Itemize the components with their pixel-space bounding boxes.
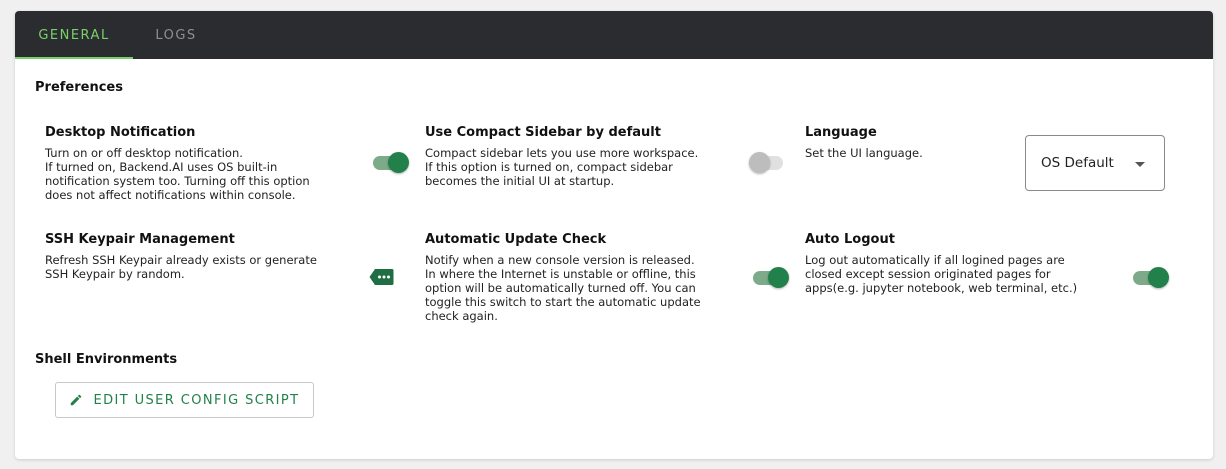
desc-line: option will be automatically turned off.… (425, 281, 696, 295)
desc-line: does not affect notifications within con… (45, 188, 296, 202)
desktop-notification-switch[interactable] (373, 152, 409, 173)
desktop-notification-desc: Turn on or off desktop notification. If … (45, 146, 345, 202)
language-title: Language (805, 125, 877, 140)
auto-logout-desc: Log out automatically if all logined pag… (805, 253, 1105, 295)
desc-line: SSH Keypair by random. (45, 267, 185, 281)
tab-bar: GENERAL LOGS (15, 11, 1213, 59)
tab-logs[interactable]: LOGS (133, 11, 219, 59)
auto-logout-setting: Auto Logout Log out automatically if all… (805, 232, 1105, 295)
auto-logout-title: Auto Logout (805, 232, 895, 247)
language-select-value: OS Default (1041, 155, 1114, 171)
switch-thumb (749, 152, 770, 173)
update-check-desc: Notify when a new console version is rel… (425, 253, 725, 323)
desc-line: Turn on or off desktop notification. (45, 146, 243, 160)
preferences-heading: Preferences (35, 80, 123, 95)
pencil-icon (71, 394, 82, 406)
desc-line: Notify when a new console version is rel… (425, 253, 695, 267)
auto-logout-switch[interactable] (1133, 267, 1169, 288)
desktop-notification-title: Desktop Notification (45, 125, 196, 140)
compact-sidebar-switch[interactable] (749, 152, 785, 173)
tab-general[interactable]: GENERAL (15, 11, 133, 59)
desc-line: Compact sidebar lets you use more worksp… (425, 146, 699, 160)
compact-sidebar-title: Use Compact Sidebar by default (425, 125, 661, 140)
desc-line: apps(e.g. jupyter notebook, web terminal… (805, 281, 1078, 295)
desc-line: Set the UI language. (805, 146, 923, 160)
desc-line: becomes the initial UI at startup. (425, 174, 615, 188)
switch-thumb (768, 267, 789, 288)
language-select[interactable]: OS Default (1025, 135, 1165, 191)
ssh-keypair-button[interactable] (369, 267, 395, 287)
update-check-switch[interactable] (753, 267, 789, 288)
desc-line: notification system too. Turning off thi… (45, 174, 310, 188)
desc-line: If this option is turned on, compact sid… (425, 160, 673, 174)
desc-line: toggle this switch to start the automati… (425, 295, 701, 309)
ssh-keypair-title: SSH Keypair Management (45, 232, 235, 247)
desc-line: In where the Internet is unstable or off… (425, 267, 696, 281)
desc-line: If turned on, Backend.AI uses OS built-i… (45, 160, 278, 174)
dropdown-arrow-icon (1135, 162, 1145, 167)
desc-line: closed except session originated pages f… (805, 267, 1051, 281)
switch-thumb (1148, 267, 1169, 288)
update-check-title: Automatic Update Check (425, 232, 607, 247)
edit-button-label: EDIT USER CONFIG SCRIPT (93, 392, 300, 408)
compact-sidebar-setting: Use Compact Sidebar by default Compact s… (425, 125, 725, 188)
ssh-keypair-desc: Refresh SSH Keypair already exists or ge… (45, 253, 345, 281)
desc-line: Refresh SSH Keypair already exists or ge… (45, 253, 317, 267)
update-check-setting: Automatic Update Check Notify when a new… (425, 232, 725, 323)
edit-user-config-script-button[interactable]: EDIT USER CONFIG SCRIPT (55, 382, 314, 418)
switch-thumb (388, 152, 409, 173)
language-setting: Language Set the UI language. (805, 125, 1005, 160)
desc-line: Log out automatically if all logined pag… (805, 253, 1065, 267)
desc-line: check again. (425, 309, 498, 323)
settings-card: GENERAL LOGS Preferences Desktop Notific… (15, 11, 1213, 459)
compact-sidebar-desc: Compact sidebar lets you use more worksp… (425, 146, 725, 188)
shell-environments-heading: Shell Environments (35, 352, 178, 367)
language-desc: Set the UI language. (805, 146, 1005, 160)
desktop-notification-setting: Desktop Notification Turn on or off desk… (45, 125, 345, 202)
more-tag-icon (369, 269, 394, 285)
ssh-keypair-setting: SSH Keypair Management Refresh SSH Keypa… (45, 232, 345, 281)
tab-active-indicator (15, 57, 133, 59)
